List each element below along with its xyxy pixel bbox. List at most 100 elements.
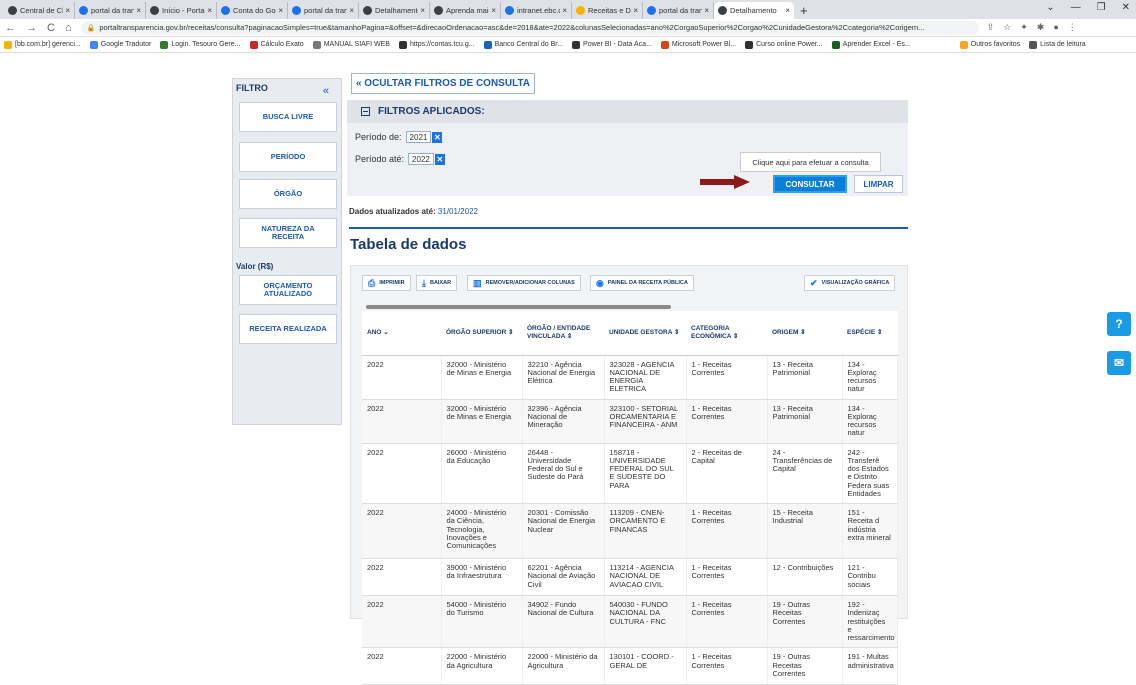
table-row: 2022 26000 - Ministério da Educação 26448 … <box>362 443 898 504</box>
browser-tab[interactable]: portal da transp× <box>288 2 359 19</box>
bookmark-icon <box>398 40 407 49</box>
table-row: 2022 32000 - Ministério de Minas e Energi… <box>362 355 898 400</box>
favicon-icon <box>292 6 301 15</box>
download-button[interactable]: ⤓ BAIXAR <box>416 275 458 291</box>
help-button[interactable]: ? <box>1107 312 1131 336</box>
column-header[interactable]: ÓRGÃO / ENTIDADE VINCULADA ⇕ <box>522 311 604 356</box>
painel-receita-button[interactable]: ◉ PAINEL DA RECEITA PÚBLICA <box>590 275 694 291</box>
minimize-icon[interactable]: — <box>1071 2 1081 13</box>
close-window-icon[interactable]: ✕ <box>1122 2 1130 13</box>
reload-icon[interactable]: C <box>47 22 55 34</box>
applied-filters-header[interactable]: FILTROS APLICADOS: <box>347 100 908 123</box>
table-cell: 540030 - FUNDO NACIONAL DA CULTURA - FNC <box>604 595 687 649</box>
table-cell: 62201 - Agência Nacional de Aviação Civi… <box>522 558 605 596</box>
close-tab-icon[interactable]: × <box>136 6 141 15</box>
columns-button[interactable]: ▥ REMOVER/ADICIONAR COLUNAS <box>467 275 581 291</box>
filter-busca-livre[interactable]: BUSCA LIVRE <box>239 102 337 132</box>
column-header[interactable]: ANO ⌄ <box>362 311 441 356</box>
download-icon: ⤓ <box>422 277 426 288</box>
close-tab-icon[interactable]: × <box>65 6 70 15</box>
bookmark-item[interactable]: Login. Tesouro Gere... <box>160 40 241 49</box>
filter-orgao[interactable]: ÓRGÃO <box>239 179 337 209</box>
star-icon[interactable]: ☆ <box>1003 22 1011 33</box>
remove-filter-icon[interactable]: ✕ <box>432 131 443 143</box>
browser-tab[interactable]: Detalhamento × <box>359 2 430 19</box>
url-field[interactable]: 🔒 portaltransparencia.gov.br/receitas/con… <box>80 20 979 35</box>
consultar-button[interactable]: CONSULTAR <box>773 175 847 193</box>
limpar-button[interactable]: LIMPAR <box>854 175 903 193</box>
chart-view-button[interactable]: ✔ VISUALIZAÇÃO GRÁFICA <box>804 275 896 291</box>
puzzle-icon[interactable]: ✱ <box>1037 22 1045 33</box>
horizontal-scrollbar[interactable] <box>366 305 671 309</box>
bookmark-folder[interactable]: Outros favoritos <box>959 40 1020 49</box>
column-header[interactable]: ORIGEM ⇕ <box>767 311 842 356</box>
back-icon[interactable]: ← <box>5 22 16 34</box>
browser-tab[interactable]: intranet.ebc.com× <box>501 2 572 19</box>
table-row: 2022 32000 - Ministério de Minas e Energi… <box>362 399 898 444</box>
bookmark-item[interactable]: MANUAL SIAFI WEB <box>312 40 390 49</box>
bookmark-item[interactable]: Google Tradutor <box>89 40 151 49</box>
close-tab-icon[interactable]: × <box>278 6 283 15</box>
close-tab-icon[interactable]: × <box>633 6 638 15</box>
home-icon[interactable]: ⌂ <box>65 22 72 34</box>
hide-filters-button[interactable]: « OCULTAR FILTROS DE CONSULTA <box>351 73 535 94</box>
table-cell: 1 - Receitas Correntes <box>686 558 768 596</box>
data-table: ANO ⌄ ÓRGÃO SUPERIOR ⇕ ÓRGÃO / ENTIDADE … <box>362 311 898 685</box>
column-header[interactable]: UNIDADE GESTORA ⇕ <box>604 311 686 356</box>
bookmark-icon <box>160 40 169 49</box>
table-cell: 2022 <box>362 443 442 504</box>
extension-icon[interactable]: ✦ <box>1020 22 1028 33</box>
close-tab-icon[interactable]: × <box>704 6 709 15</box>
new-tab-icon[interactable]: + <box>800 2 808 19</box>
bookmark-item[interactable]: [bb.com.br] gerenci... <box>4 40 81 49</box>
reading-list[interactable]: Lista de leitura <box>1029 40 1086 49</box>
close-tab-icon[interactable]: × <box>785 6 790 15</box>
collapse-sidebar-icon[interactable]: « <box>323 85 329 97</box>
panel-icon: ◉ <box>596 277 604 288</box>
filter-natureza-receita[interactable]: NATUREZA DA RECEITA <box>239 218 337 248</box>
table-cell: 32000 - Ministério de Minas e Energia <box>441 355 523 400</box>
tab-search-icon[interactable]: ⌄ <box>1046 2 1054 13</box>
profile-icon[interactable]: ● <box>1053 22 1058 33</box>
table-cell: 323100 - SETORIAL ORCAMENTARIA E FINANCE… <box>604 399 687 444</box>
bookmark-item[interactable]: Microsoft Power Bl... <box>660 40 736 49</box>
browser-tab[interactable]: Receitas e Desp× <box>572 2 643 19</box>
close-tab-icon[interactable]: × <box>491 6 496 15</box>
table-cell: 13 - Receita Patrimonial <box>767 399 843 444</box>
bookmark-item[interactable]: Curso online Power... <box>745 40 823 49</box>
column-header[interactable]: ÓRGÃO SUPERIOR ⇕ <box>441 311 522 356</box>
browser-tab[interactable]: portal da transp× <box>75 2 146 19</box>
browser-tab[interactable]: Aprenda mais d× <box>430 2 501 19</box>
table-cell: 2022 <box>362 503 442 559</box>
share-icon[interactable]: ⇪ <box>987 22 995 33</box>
filter-orcamento-atualizado[interactable]: ORÇAMENTO ATUALIZADO <box>239 275 337 305</box>
bookmark-item[interactable]: Aprender Excel - Es... <box>831 40 911 49</box>
filter-receita-realizada[interactable]: RECEITA REALIZADA <box>239 314 337 344</box>
print-button[interactable]: ⎙ IMPRIMIR <box>362 275 411 291</box>
bookmark-item[interactable]: https://contas.tcu.g... <box>398 40 475 49</box>
filter-periodo[interactable]: PERÍODO <box>239 142 337 172</box>
maximize-icon[interactable]: ❐ <box>1097 2 1106 13</box>
column-header[interactable]: CATEGORIA ECONÔMICA ⇕ <box>686 311 767 356</box>
bookmark-item[interactable]: Power BI - Data Aca... <box>572 40 652 49</box>
bookmark-icon <box>483 40 492 49</box>
browser-tab[interactable]: Conta do Goog× <box>217 2 288 19</box>
browser-tab[interactable]: Central de Chan× <box>4 2 75 19</box>
bookmark-icon <box>4 40 12 49</box>
column-header[interactable]: ESPÉCIE ⇕ <box>842 311 897 356</box>
browser-tab[interactable]: portal da transp× <box>643 2 714 19</box>
bookmark-item[interactable]: Banco Central do Br... <box>483 40 563 49</box>
browser-tab-active[interactable]: Detalhamento × <box>714 2 794 19</box>
mail-button[interactable]: ✉ <box>1107 351 1131 375</box>
close-tab-icon[interactable]: × <box>349 6 354 15</box>
remove-filter-icon[interactable]: ✕ <box>434 153 445 165</box>
menu-icon[interactable]: ⋮ <box>1068 22 1077 33</box>
close-tab-icon[interactable]: × <box>562 6 567 15</box>
browser-tab[interactable]: Início - Portal d× <box>146 2 217 19</box>
bookmark-item[interactable]: Cálculo Exato <box>249 40 304 49</box>
table-cell: 22000 - Ministério da Agricultura <box>441 647 523 685</box>
browser-tab-bar: Central de Chan× portal da transp× Iníci… <box>0 0 1136 19</box>
forward-icon[interactable]: → <box>26 22 37 34</box>
close-tab-icon[interactable]: × <box>207 6 212 15</box>
close-tab-icon[interactable]: × <box>420 6 425 15</box>
